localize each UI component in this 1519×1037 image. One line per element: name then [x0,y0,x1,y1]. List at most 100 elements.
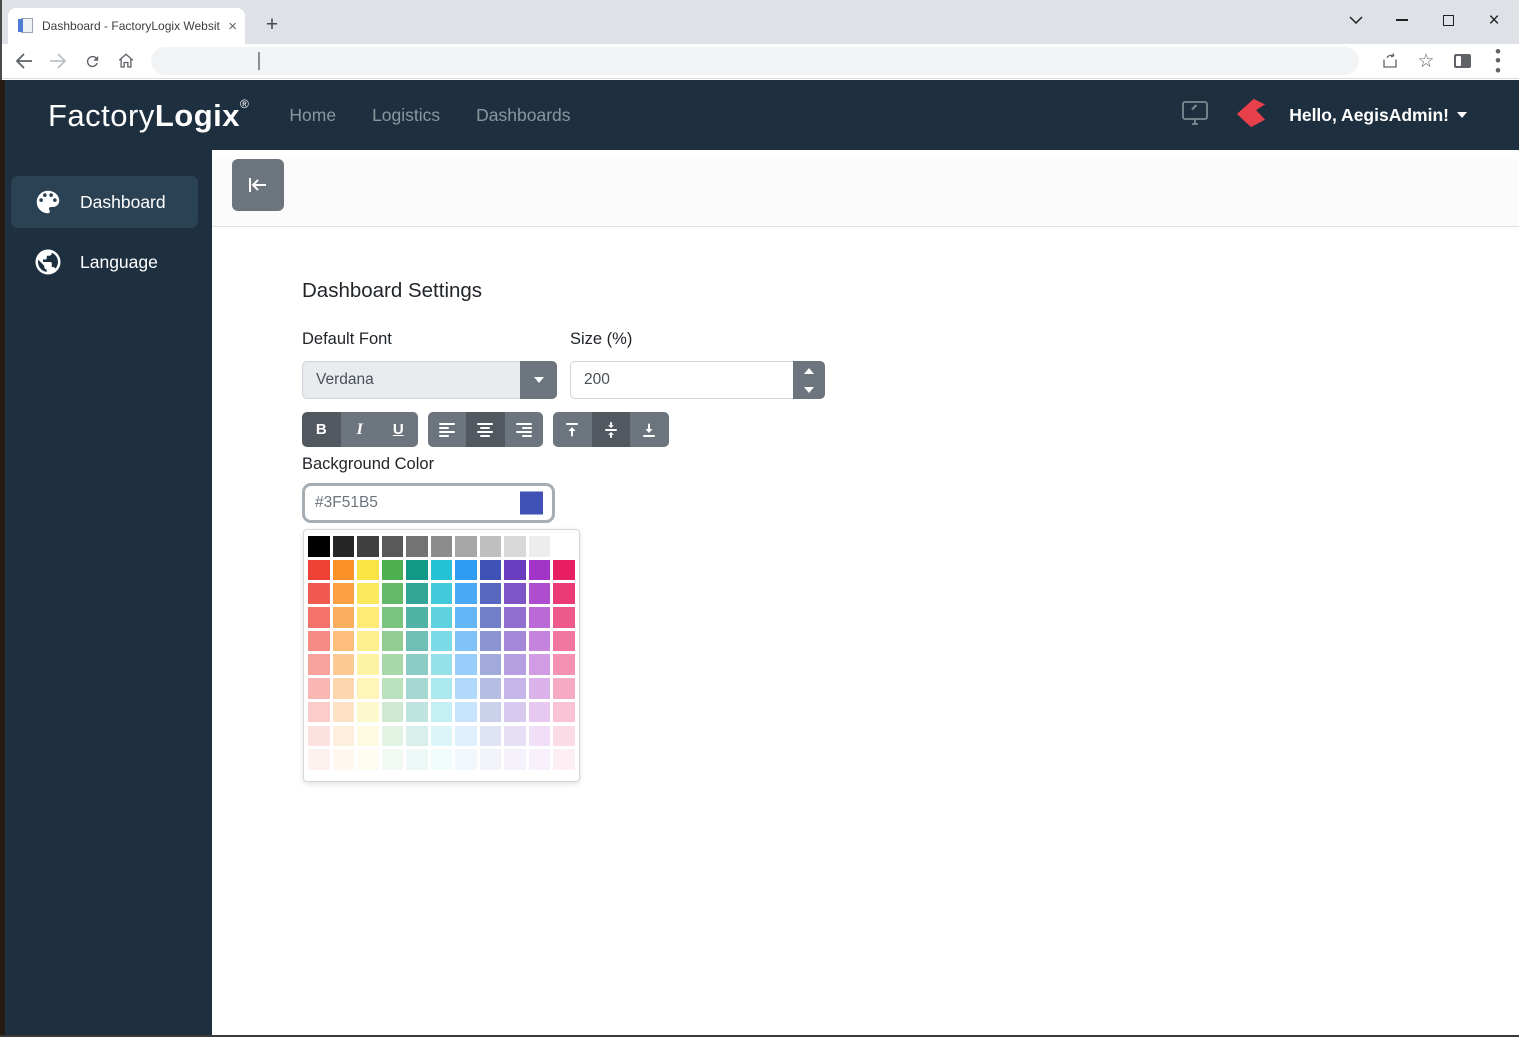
palette-swatch[interactable] [382,702,404,723]
palette-swatch[interactable] [357,583,379,604]
palette-swatch[interactable] [455,560,477,581]
palette-swatch[interactable] [480,560,502,581]
palette-swatch[interactable] [333,726,355,747]
palette-swatch[interactable] [406,560,428,581]
palette-swatch[interactable] [455,631,477,652]
palette-swatch[interactable] [357,631,379,652]
palette-swatch[interactable] [431,631,453,652]
palette-swatch[interactable] [529,726,551,747]
address-input[interactable] [151,47,1359,75]
palette-swatch[interactable] [553,631,575,652]
palette-swatch[interactable] [406,583,428,604]
window-maximize-button[interactable] [1425,0,1471,40]
palette-swatch[interactable] [504,654,526,675]
palette-swatch[interactable] [333,536,355,557]
palette-swatch[interactable] [382,654,404,675]
palette-swatch[interactable] [504,583,526,604]
palette-swatch[interactable] [308,726,330,747]
palette-swatch[interactable] [480,702,502,723]
home-icon[interactable] [111,46,141,76]
aegis-logo-icon[interactable] [1235,96,1267,135]
palette-swatch[interactable] [529,654,551,675]
palette-swatch[interactable] [406,654,428,675]
palette-swatch[interactable] [553,607,575,628]
palette-swatch[interactable] [382,726,404,747]
palette-swatch[interactable] [406,678,428,699]
browser-menu-icon[interactable]: ••• [1483,46,1513,76]
valign-top-button[interactable] [553,412,592,447]
palette-swatch[interactable] [431,678,453,699]
palette-swatch[interactable] [455,607,477,628]
background-color-field[interactable] [302,483,555,523]
palette-swatch[interactable] [431,583,453,604]
palette-swatch[interactable] [504,536,526,557]
background-color-input[interactable] [305,494,552,512]
tab-close-icon[interactable]: × [228,19,237,34]
bookmark-star-icon[interactable]: ☆ [1411,46,1441,76]
palette-swatch[interactable] [333,560,355,581]
palette-swatch[interactable] [382,560,404,581]
palette-swatch[interactable] [431,749,453,770]
italic-button[interactable]: I [341,412,380,447]
palette-swatch[interactable] [529,631,551,652]
palette-swatch[interactable] [529,678,551,699]
palette-swatch[interactable] [553,726,575,747]
back-icon[interactable] [9,46,39,76]
palette-swatch[interactable] [455,583,477,604]
palette-swatch[interactable] [504,607,526,628]
palette-swatch[interactable] [455,702,477,723]
palette-swatch[interactable] [333,702,355,723]
palette-swatch[interactable] [357,536,379,557]
palette-swatch[interactable] [406,607,428,628]
palette-swatch[interactable] [357,702,379,723]
palette-swatch[interactable] [406,702,428,723]
monitor-edit-icon[interactable] [1181,100,1209,131]
palette-swatch[interactable] [357,726,379,747]
palette-swatch[interactable] [308,560,330,581]
palette-swatch[interactable] [480,678,502,699]
default-font-select[interactable]: Verdana [302,361,557,399]
palette-swatch[interactable] [553,678,575,699]
palette-swatch[interactable] [431,607,453,628]
palette-swatch[interactable] [406,749,428,770]
palette-swatch[interactable] [480,607,502,628]
palette-swatch[interactable] [504,726,526,747]
palette-swatch[interactable] [308,678,330,699]
palette-swatch[interactable] [308,631,330,652]
palette-swatch[interactable] [529,702,551,723]
valign-bottom-button[interactable] [630,412,669,447]
palette-swatch[interactable] [333,631,355,652]
palette-swatch[interactable] [357,749,379,770]
nav-dashboards[interactable]: Dashboards [476,105,570,126]
user-menu-caret-icon[interactable] [1457,112,1467,118]
palette-swatch[interactable] [406,726,428,747]
new-tab-button[interactable]: + [258,11,286,39]
reload-icon[interactable] [77,46,107,76]
palette-swatch[interactable] [308,607,330,628]
palette-swatch[interactable] [455,536,477,557]
nav-logistics[interactable]: Logistics [372,105,440,126]
palette-swatch[interactable] [553,654,575,675]
browser-tab[interactable]: Dashboard - FactoryLogix Websit × [8,8,245,44]
palette-swatch[interactable] [357,607,379,628]
stepper-down-icon[interactable] [793,380,825,399]
palette-swatch[interactable] [382,583,404,604]
palette-swatch[interactable] [431,654,453,675]
size-input[interactable] [571,362,771,398]
underline-button[interactable]: U [379,412,418,447]
palette-swatch[interactable] [480,726,502,747]
palette-swatch[interactable] [431,536,453,557]
align-left-button[interactable] [428,412,467,447]
palette-swatch[interactable] [553,560,575,581]
address-bar[interactable] [151,47,1359,75]
collapse-back-button[interactable] [232,159,284,211]
palette-swatch[interactable] [382,607,404,628]
palette-swatch[interactable] [308,583,330,604]
palette-swatch[interactable] [406,631,428,652]
palette-swatch[interactable] [480,631,502,652]
palette-swatch[interactable] [333,583,355,604]
palette-swatch[interactable] [431,702,453,723]
window-close-button[interactable]: × [1471,0,1517,40]
palette-swatch[interactable] [480,536,502,557]
palette-swatch[interactable] [480,654,502,675]
